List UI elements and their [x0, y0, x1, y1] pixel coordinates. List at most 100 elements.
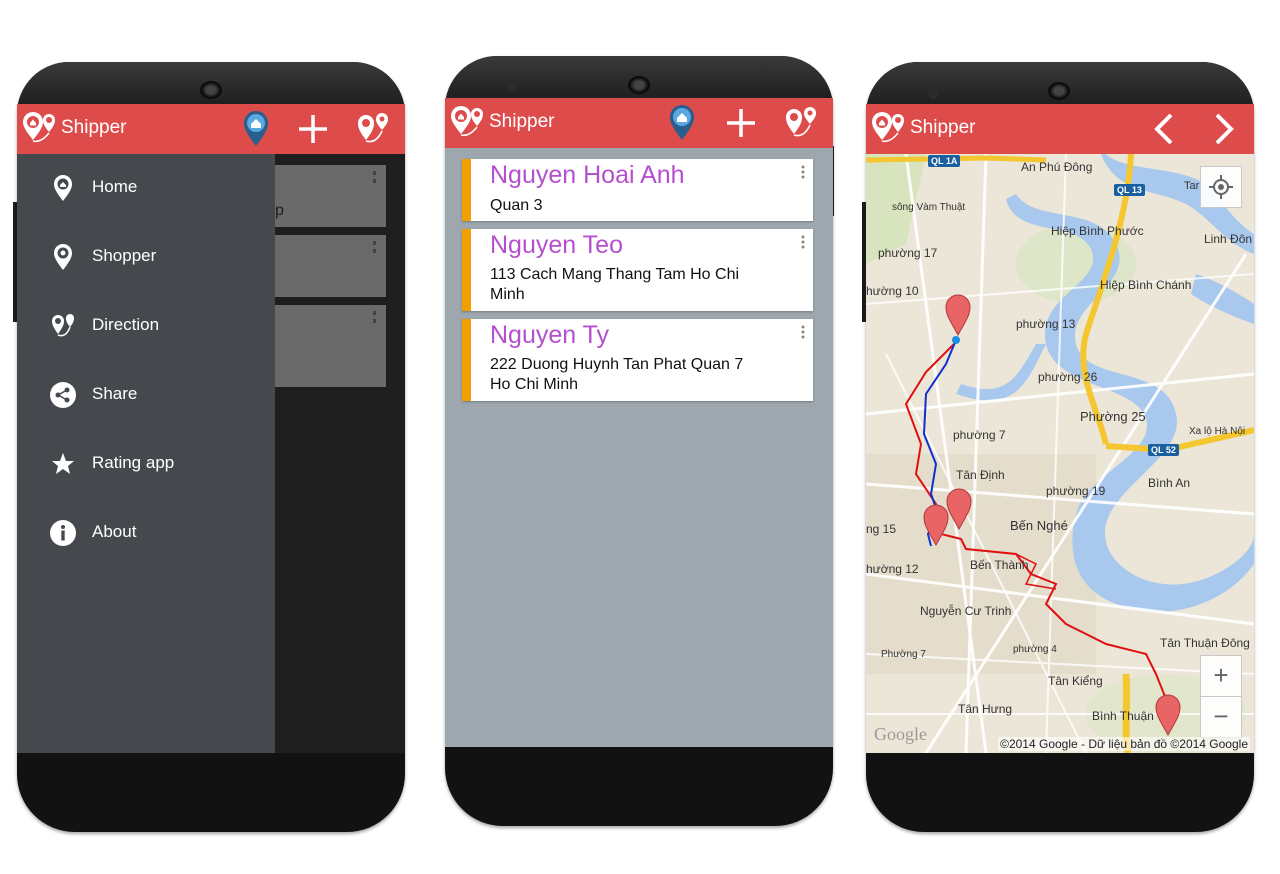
earpiece [1048, 82, 1070, 100]
map-label: Tân Hưng [958, 702, 1013, 716]
map-label: Bến Thành [970, 558, 1029, 572]
front-camera [928, 89, 938, 99]
direction-icon[interactable] [354, 110, 392, 148]
screen-map: Shipper An Phú Đông sông Vàm Thuật Hiệp … [866, 104, 1254, 753]
accent-bar [462, 229, 471, 311]
dimmed-card [275, 305, 386, 387]
zoom-out-button[interactable]: − [1200, 696, 1242, 738]
my-location-button[interactable] [1200, 166, 1242, 208]
accent-bar [462, 159, 471, 221]
more-options-icon[interactable] [801, 165, 805, 179]
shopper-pin-icon [54, 244, 72, 270]
map-label: phường 13 [1016, 317, 1076, 331]
map-label: An Phú Đông [1021, 160, 1093, 174]
app-logo-icon [23, 112, 55, 143]
app-bar: Shipper [17, 104, 405, 154]
drawer-item-share[interactable]: Share [17, 367, 275, 423]
front-camera [507, 82, 517, 92]
map-canvas [866, 154, 1254, 753]
phone-drawer: Shipper p Home Shopper Direction Share R… [13, 62, 405, 832]
road-shield: QL 52 [1148, 444, 1179, 456]
map-label: phường 17 [878, 246, 938, 260]
phone-map: Shipper An Phú Đông sông Vàm Thuật Hiệp … [862, 62, 1254, 832]
map-label: Xa lộ Hà Nội [1189, 426, 1246, 437]
add-icon[interactable] [294, 110, 332, 148]
list-item[interactable]: Nguyen Hoai Anh Quan 3 [462, 159, 813, 221]
shopper-address: 113 Cach Mang Thang Tam Ho Chi Minh [490, 266, 740, 303]
map-label: Tân Định [956, 468, 1005, 482]
earpiece [200, 81, 222, 99]
drawer-item-label: Share [92, 384, 138, 403]
map-attribution[interactable]: ©2014 Google - Dữ liệu bản đồ ©2014 Goog… [998, 737, 1250, 751]
list-item[interactable]: Nguyen Ty 222 Duong Huynh Tan Phat Quan … [462, 319, 813, 401]
drawer-item-about[interactable]: About [17, 505, 275, 561]
map-label: hường 10 [866, 284, 919, 298]
shopper-name: Nguyen Ty [490, 321, 610, 349]
map-label: phường 19 [1046, 484, 1106, 498]
direction-icon[interactable] [782, 104, 820, 142]
back-icon[interactable] [1146, 110, 1184, 148]
road-shield: QL 13 [1114, 184, 1145, 196]
map-label: Bình Thuận [1092, 709, 1154, 723]
map-marker-icon[interactable] [945, 294, 971, 336]
forward-icon[interactable] [1204, 110, 1242, 148]
list-item[interactable]: Nguyen Teo 113 Cach Mang Thang Tam Ho Ch… [462, 229, 813, 311]
share-icon [50, 382, 76, 408]
google-logo: Google [874, 724, 927, 744]
app-title: Shipper [910, 117, 976, 138]
app-title: Shipper [61, 117, 127, 138]
screen-drawer: Shipper p Home Shopper Direction Share R… [17, 104, 405, 753]
add-icon[interactable] [722, 104, 760, 142]
dimmed-card-text: p [275, 202, 284, 219]
earpiece [628, 76, 650, 94]
drawer-item-label: Rating app [92, 453, 175, 472]
map-label: Tar [1184, 180, 1200, 192]
map-label: Tân Thuận Đông [1160, 636, 1250, 650]
app-logo-icon [451, 106, 483, 137]
map-label: Bình An [1148, 476, 1191, 490]
dimmed-more-icon [373, 171, 379, 183]
home-location-icon[interactable] [237, 110, 275, 148]
map-label: ng 15 [866, 522, 897, 536]
map-label: Nguyễn Cư Trinh [920, 604, 1012, 618]
home-pin-icon [54, 175, 72, 201]
drawer-item-label: About [92, 522, 137, 541]
drawer-item-label: Home [92, 177, 138, 196]
map-label: Hiệp Bình Phước [1051, 224, 1144, 238]
drawer-item-direction[interactable]: Direction [17, 298, 275, 354]
map-label: Bến Nghé [1010, 518, 1068, 533]
app-bar: Shipper [866, 104, 1254, 154]
navigation-drawer: Home Shopper Direction Share Rating app … [17, 154, 275, 753]
screen-list: Shipper Nguyen Hoai Anh Quan 3 Nguyen Te… [445, 98, 833, 747]
shopper-name: Nguyen Teo [490, 231, 623, 259]
accent-bar [462, 319, 471, 401]
drawer-item-home[interactable]: Home [17, 160, 275, 216]
map-marker-icon[interactable] [1155, 694, 1181, 736]
more-options-icon[interactable] [801, 325, 805, 339]
drawer-item-label: Direction [92, 315, 160, 334]
map-view[interactable]: An Phú Đông sông Vàm Thuật Hiệp Bình Phư… [866, 154, 1254, 753]
map-label: hường 12 [866, 562, 919, 576]
home-location-icon[interactable] [663, 104, 701, 142]
dimmed-more-icon [373, 311, 379, 323]
drawer-item-shopper[interactable]: Shopper [17, 229, 275, 285]
star-icon [52, 453, 74, 474]
zoom-in-button[interactable]: + [1200, 655, 1242, 697]
map-label: sông Vàm Thuật [892, 202, 966, 213]
map-label: phường 4 [1013, 644, 1057, 655]
map-marker-icon[interactable] [946, 488, 972, 530]
app-logo-icon [872, 112, 904, 143]
drawer-item-rating[interactable]: Rating app [17, 436, 275, 492]
more-options-icon[interactable] [801, 235, 805, 249]
dimmed-more-icon [373, 241, 379, 253]
map-label: Phường 7 [881, 649, 926, 660]
drawer-item-label: Shopper [92, 246, 157, 265]
shopper-address: 222 Duong Huynh Tan Phat Quan 7 Ho Chi M… [490, 356, 744, 393]
zoom-out-label: − [1213, 701, 1229, 731]
map-label: Hiệp Bình Chánh [1100, 278, 1192, 292]
map-marker-icon[interactable] [923, 504, 949, 546]
map-label: Tân Kiểng [1048, 674, 1103, 688]
map-label: phường 7 [953, 428, 1006, 442]
info-icon [50, 520, 76, 546]
crosshair-icon [1209, 175, 1233, 199]
